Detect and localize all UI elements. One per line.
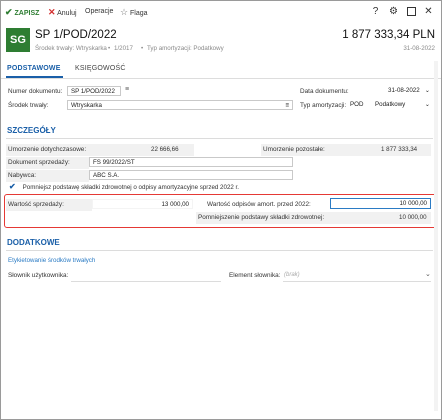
details-section-title: SZCZEGÓŁY (7, 126, 56, 135)
list-icon[interactable]: ≡ (285, 101, 289, 109)
check-icon: ✔ (5, 7, 13, 17)
additional-section-title: DODATKOWE (7, 238, 60, 247)
doc-date-label: Data dokumentu: (300, 88, 349, 95)
sale-doc-field[interactable]: FS 99/2022/ST (89, 157, 293, 167)
page-title: SP 1/POD/2022 (35, 29, 117, 41)
asset-labeling-link[interactable]: Etykietowanie środków trwałych (8, 257, 95, 264)
operations-menu[interactable]: Operacje (85, 6, 113, 18)
subtitle-number: 1/2017 (114, 45, 133, 52)
flag-label: Flaga (130, 10, 148, 17)
amort-type-value: Podatkowy (375, 101, 406, 108)
tab-podstawowe[interactable]: PODSTAWOWE (7, 65, 61, 72)
buyer-field[interactable]: ABC S.A. (89, 170, 293, 180)
asset-field[interactable]: Wtryskarka ≡ (67, 100, 293, 110)
subtitle-bullet: • (141, 45, 144, 52)
amort-type-select[interactable]: POD Podatkowy ⌄ (347, 100, 431, 110)
asset-value: Wtryskarka (71, 102, 102, 109)
avatar: SG (6, 28, 30, 52)
save-label: ZAPISZ (14, 10, 40, 17)
header-date: 31-08-2022 (403, 45, 435, 52)
operations-label: Operacje (85, 8, 114, 15)
document-amount: 1 877 333,34 PLN (342, 29, 435, 41)
save-button[interactable]: ✔ ZAPISZ (5, 6, 39, 18)
chevron-down-icon: ⌄ (424, 87, 430, 94)
settings-icon[interactable]: ⚙ (387, 5, 400, 18)
dict-element-placeholder[interactable]: (brak) (284, 272, 300, 278)
buyer-label: Nabywca: (8, 172, 37, 179)
user-dict-label: Słownik użytkownika: (8, 272, 69, 279)
help-icon[interactable]: ? (369, 5, 382, 18)
doc-number-label: Numer dokumentu: (8, 88, 63, 95)
dict-element-underline (283, 281, 431, 282)
subtitle-asset: Środek trwały: Wtryskarka (35, 45, 107, 52)
health-reduction-checkbox-label: Pomniejsz podstawę składki zdrowotnej o … (22, 184, 239, 191)
section-divider (6, 250, 433, 251)
sale-value-field[interactable]: 13 000,00 (92, 199, 193, 209)
list-icon[interactable]: ≡ (125, 86, 129, 93)
close-icon: ✕ (48, 7, 56, 17)
amort-type-code: POD (350, 101, 364, 108)
subtitle-bullet: • (108, 45, 111, 52)
depr-to-date-label: Umorzenie dotychczasowe: (8, 146, 87, 153)
depr-to-date-value: 22 666,66 (151, 146, 179, 153)
close-window-icon[interactable]: ✕ (422, 5, 435, 18)
depr-remaining-label: Umorzenie pozostałe: (263, 146, 325, 153)
chevron-down-icon: ⌄ (424, 101, 430, 108)
toolbar: ✔ ZAPISZ ✕ Anuluj Operacje ☆ Flaga ? ⚙ ✕ (1, 1, 441, 23)
tab-bar: PODSTAWOWE KSIĘGOWOŚĆ (1, 61, 441, 79)
subtitle-amort-type: Typ amortyzacji: Podatkowy (147, 45, 224, 52)
amort-type-label: Typ amortyzacji: (300, 102, 347, 109)
write-off-label: Wartość odpisów amort. przed 2022: (207, 201, 311, 208)
doc-number-field[interactable]: SP 1/POD/2022 (67, 86, 121, 96)
write-off-field[interactable]: 10 000,00 (330, 198, 431, 209)
asset-label: Środek trwały: (8, 102, 49, 109)
section-divider (6, 138, 433, 139)
reduction-value: 10 000,00 (399, 214, 427, 221)
maximize-icon[interactable] (405, 5, 418, 18)
active-tab-indicator (6, 76, 63, 78)
flag-button[interactable]: ☆ Flaga (120, 6, 148, 18)
doc-date-value: 31-08-2022 (388, 87, 420, 94)
app-window: ✔ ZAPISZ ✕ Anuluj Operacje ☆ Flaga ? ⚙ ✕… (0, 0, 442, 420)
health-reduction-checkbox[interactable]: ✔ Pomniejsz podstawę składki zdrowotnej … (9, 182, 239, 191)
star-icon: ☆ (120, 7, 129, 17)
sale-doc-label: Dokument sprzedaży: (8, 159, 70, 166)
scrollbar[interactable] (434, 61, 438, 411)
depr-remaining-value: 1 877 333,34 (381, 146, 418, 153)
sale-value-label: Wartość sprzedaży: (8, 201, 64, 208)
check-icon: ✔ (9, 182, 16, 191)
user-dict-field[interactable] (71, 281, 221, 282)
chevron-down-icon[interactable]: ⌄ (425, 270, 431, 278)
dict-element-label: Element słownika: (229, 272, 281, 279)
cancel-label: Anuluj (57, 10, 77, 17)
tab-ksiegowosc[interactable]: KSIĘGOWOŚĆ (75, 65, 126, 72)
doc-date-field[interactable]: 31-08-2022 ⌄ (385, 86, 431, 96)
reduction-label: Pomniejszenie podstawy składki zdrowotne… (198, 214, 325, 221)
document-header: SG SP 1/POD/2022 1 877 333,34 PLN Środek… (1, 23, 441, 59)
cancel-button[interactable]: ✕ Anuluj (48, 6, 77, 18)
